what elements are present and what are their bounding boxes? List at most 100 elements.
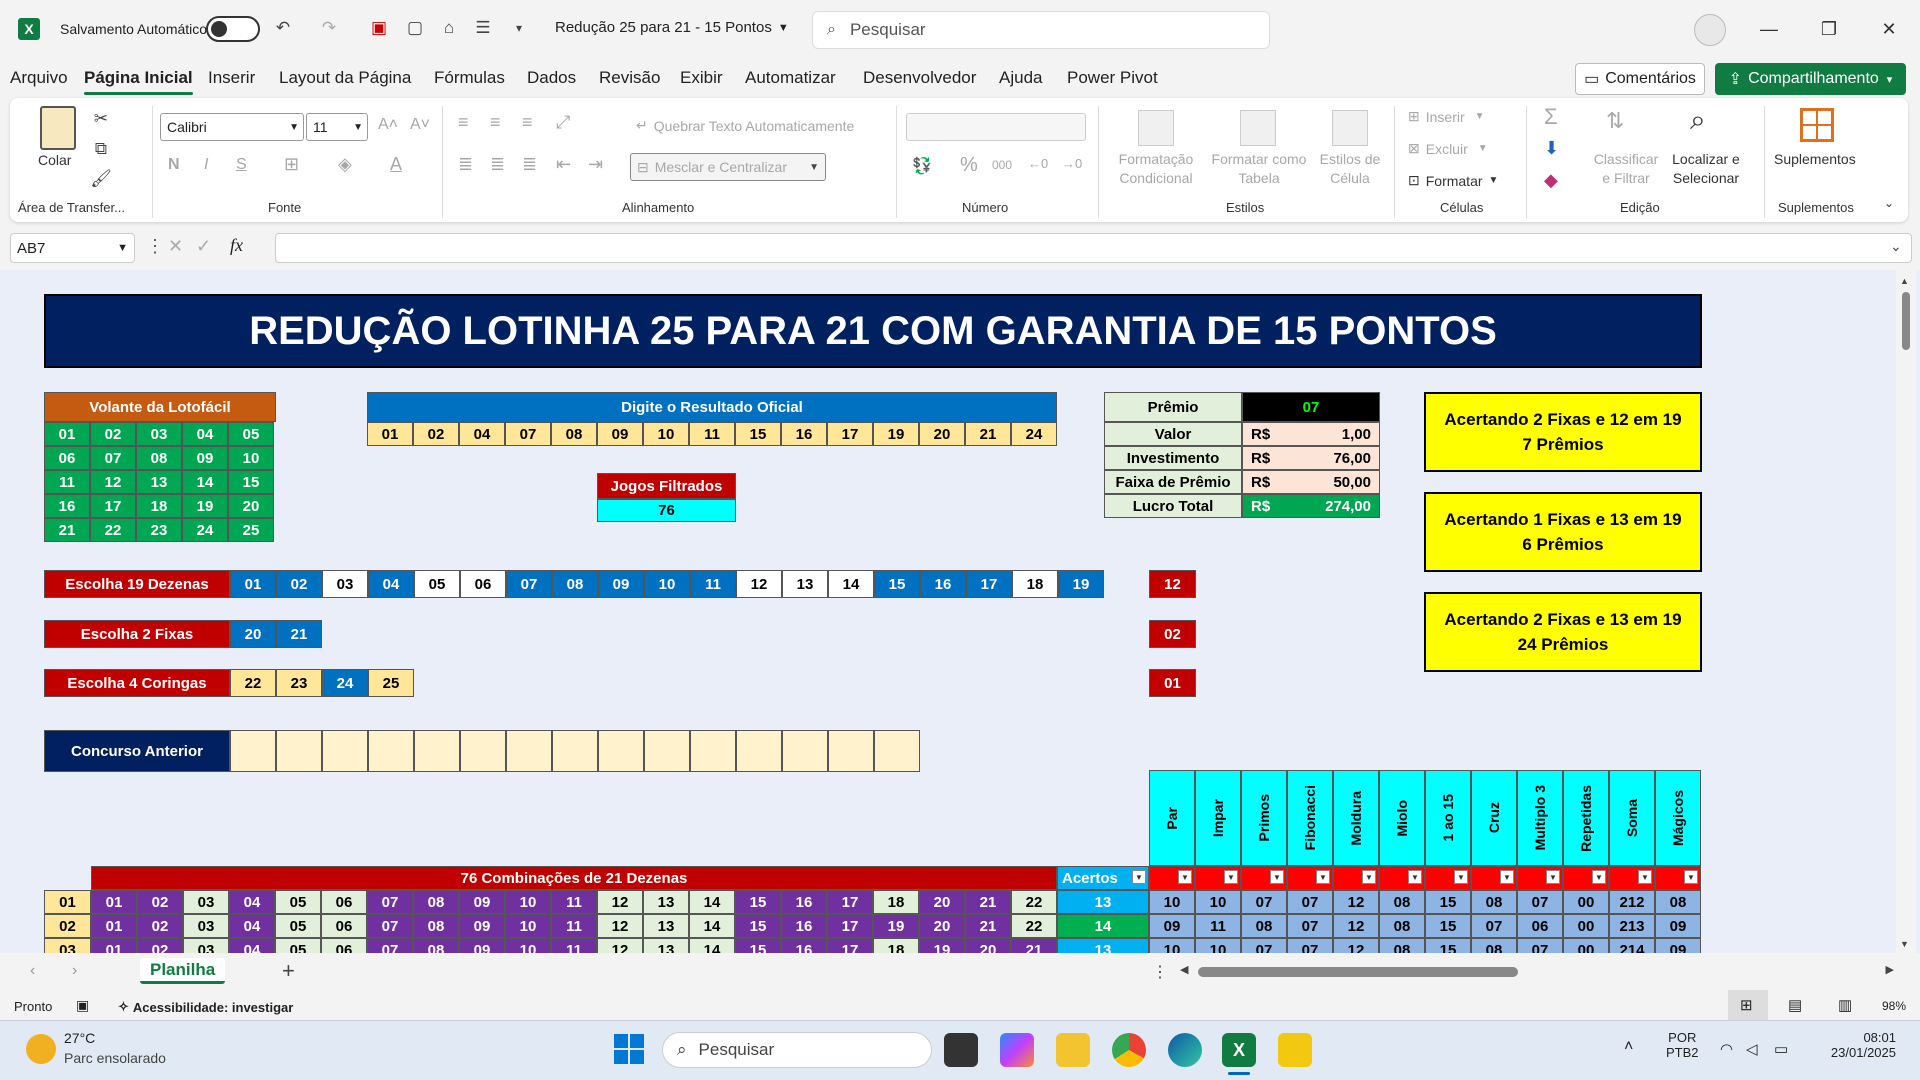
escolha-19-cell[interactable]: 18 (1012, 570, 1058, 598)
format-cells-button[interactable]: ⊡ Formatar ▼ (1408, 172, 1498, 189)
filter-dropdown-icon[interactable]: ▼ (1408, 870, 1422, 884)
coringas-cell[interactable]: 23 (276, 669, 322, 697)
increase-decimal-icon[interactable]: ←0 (1028, 156, 1048, 171)
align-middle-icon[interactable]: ≡ (490, 112, 501, 133)
conditional-format-button[interactable]: Formatação Condicional (1106, 150, 1206, 188)
concurso-anterior-cell[interactable] (506, 730, 552, 772)
clock[interactable]: 08:01 23/01/2025 (1820, 1030, 1896, 1060)
minimize-icon[interactable]: — (1752, 14, 1786, 44)
volante-cell[interactable]: 09 (182, 446, 228, 470)
thousands-icon[interactable]: 000 (992, 158, 1012, 172)
volante-cell[interactable]: 19 (182, 494, 228, 518)
orientation-icon[interactable]: ⤢ (556, 112, 570, 133)
align-left-icon[interactable]: ≣ (458, 154, 473, 175)
autosave-toggle[interactable] (206, 16, 260, 42)
tab-dados[interactable]: Dados (527, 68, 576, 88)
resultado-cell[interactable]: 21 (965, 422, 1011, 446)
escolha-19-cell[interactable]: 15 (874, 570, 920, 598)
concurso-anterior-cell[interactable] (552, 730, 598, 772)
volante-cell[interactable]: 14 (182, 470, 228, 494)
horizontal-scrollbar[interactable]: ◀ ▶ (1178, 962, 1896, 980)
stat-filter[interactable]: ▼ (1655, 866, 1701, 890)
resultado-cell[interactable]: 10 (643, 422, 689, 446)
addins-icon[interactable] (1800, 108, 1834, 142)
concurso-anterior-cell[interactable] (736, 730, 782, 772)
volante-cell[interactable]: 06 (44, 446, 90, 470)
escolha-19-cell[interactable]: 12 (736, 570, 782, 598)
resultado-cell[interactable]: 19 (873, 422, 919, 446)
copilot-icon[interactable] (1000, 1033, 1034, 1067)
fixas-cell[interactable]: 20 (230, 620, 276, 648)
bold-icon[interactable]: N (168, 156, 180, 174)
battery-icon[interactable]: ▭ (1774, 1040, 1788, 1058)
escolha-19-cell[interactable]: 01 (230, 570, 276, 598)
decrease-indent-icon[interactable]: ⇤ (556, 154, 571, 175)
coringas-cell[interactable]: 25 (368, 669, 414, 697)
cancel-entry-icon[interactable]: ✕ (168, 236, 183, 257)
format-table-button[interactable]: Formatar como Tabela (1206, 150, 1312, 188)
macro-icon[interactable]: ▣ (76, 997, 89, 1014)
confirm-entry-icon[interactable]: ✓ (196, 236, 211, 257)
language-indicator[interactable]: POR PTB2 (1666, 1030, 1699, 1060)
volante-cell[interactable]: 07 (90, 446, 136, 470)
align-bottom-icon[interactable]: ≡ (522, 112, 533, 133)
vertical-scroll-thumb[interactable] (1902, 292, 1910, 350)
tab-desenvolvedor[interactable]: Desenvolvedor (863, 68, 976, 88)
resultado-cell[interactable]: 20 (919, 422, 965, 446)
resultado-cell[interactable]: 15 (735, 422, 781, 446)
number-format-select[interactable] (906, 113, 1086, 141)
resultado-cell[interactable]: 17 (827, 422, 873, 446)
escolha-19-cell[interactable]: 07 (506, 570, 552, 598)
volante-cell[interactable]: 10 (228, 446, 274, 470)
escolha-19-cell[interactable]: 19 (1058, 570, 1104, 598)
volante-cell[interactable]: 05 (228, 422, 274, 446)
tab-ajuda[interactable]: Ajuda (999, 68, 1042, 88)
formula-input[interactable] (275, 233, 1912, 263)
open-folder-icon[interactable]: ⌂ (438, 17, 460, 39)
underline-icon[interactable]: S (236, 156, 247, 174)
wrap-text-button[interactable]: ↵ Quebrar Texto Automaticamente (636, 117, 854, 134)
close-icon[interactable]: ✕ (1872, 14, 1906, 44)
font-name-select[interactable]: Calibri ▼ (160, 113, 304, 141)
tab-inserir[interactable]: Inserir (208, 68, 255, 88)
fill-icon[interactable]: ⬇ (1544, 138, 1559, 159)
fill-color-icon[interactable]: ◈ (338, 154, 352, 175)
add-sheet-icon[interactable]: + (282, 958, 295, 984)
currency-icon[interactable]: 💱 (912, 156, 932, 176)
resultado-cell[interactable]: 04 (459, 422, 505, 446)
cut-icon[interactable]: ✂ (90, 108, 112, 130)
tab-power-pivot[interactable]: Power Pivot (1067, 68, 1158, 88)
concurso-anterior-cell[interactable] (276, 730, 322, 772)
save-icon[interactable]: ▣ (368, 17, 390, 39)
resultado-cell[interactable]: 09 (597, 422, 643, 446)
find-select-icon[interactable]: ⌕ (1690, 104, 1706, 137)
concurso-anterior-cell[interactable] (598, 730, 644, 772)
redo-icon[interactable]: ↷ (318, 17, 340, 39)
concurso-anterior-cell[interactable] (230, 730, 276, 772)
wifi-icon[interactable]: ◠ (1720, 1040, 1733, 1058)
new-file-icon[interactable]: ▢ (404, 17, 426, 39)
copy-icon[interactable]: ⧉ (90, 138, 112, 160)
form-icon[interactable]: ☰ (472, 17, 494, 39)
powerbi-icon[interactable] (1278, 1033, 1312, 1067)
volante-cell[interactable]: 11 (44, 470, 90, 494)
escolha-19-cell[interactable]: 17 (966, 570, 1012, 598)
tab-formulas[interactable]: Fórmulas (434, 68, 505, 88)
stat-filter[interactable]: ▼ (1517, 866, 1563, 890)
volante-cell[interactable]: 08 (136, 446, 182, 470)
escolha-19-cell[interactable]: 04 (368, 570, 414, 598)
prev-sheet-icon[interactable]: ‹ (30, 962, 35, 980)
increase-indent-icon[interactable]: ⇥ (588, 154, 603, 175)
volante-cell[interactable]: 24 (182, 518, 228, 542)
taskview-icon[interactable] (944, 1033, 978, 1067)
volante-cell[interactable]: 17 (90, 494, 136, 518)
horizontal-scroll-thumb[interactable] (1198, 967, 1518, 977)
addins-button[interactable]: Suplementos (1774, 151, 1856, 167)
percent-icon[interactable]: % (960, 154, 978, 177)
worksheet[interactable]: REDUÇÃO LOTINHA 25 PARA 21 COM GARANTIA … (0, 270, 1920, 953)
concurso-anterior-cell[interactable] (874, 730, 920, 772)
shrink-font-icon[interactable]: A˅ (410, 116, 430, 134)
stat-filter[interactable]: ▼ (1195, 866, 1241, 890)
volante-cell[interactable]: 12 (90, 470, 136, 494)
volume-icon[interactable]: ◁ (1746, 1040, 1758, 1058)
